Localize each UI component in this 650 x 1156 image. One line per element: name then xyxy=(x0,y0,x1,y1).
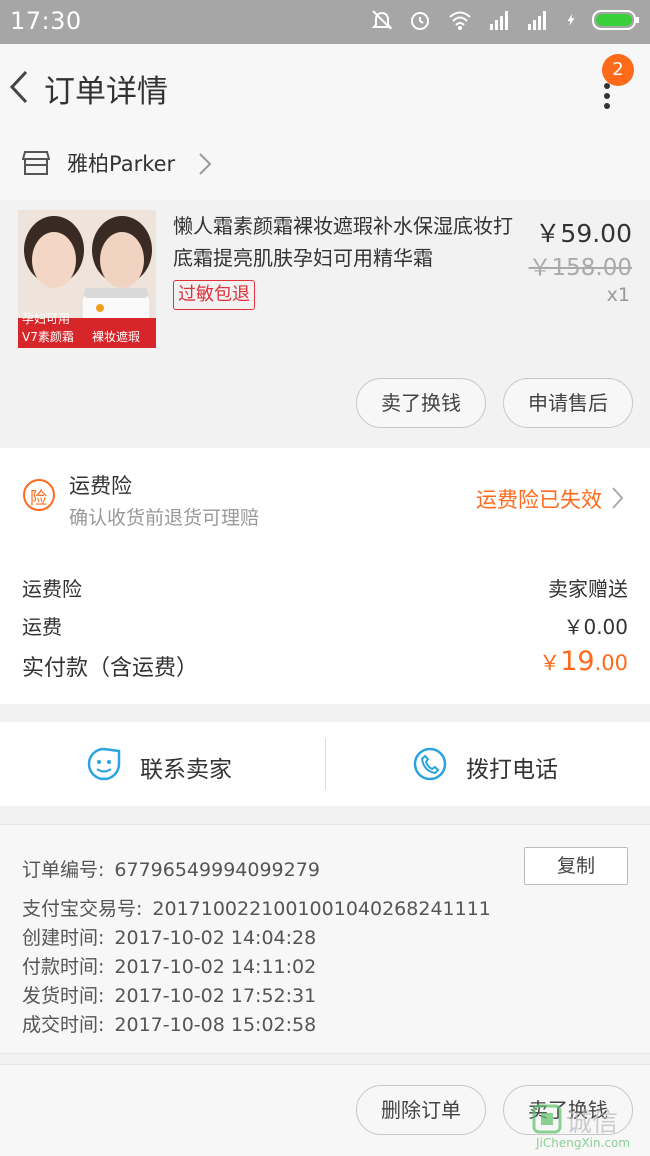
info-value: 2017-10-02 14:11:02 xyxy=(114,956,317,978)
product-tag: 过敏包退 xyxy=(173,280,255,310)
watermark-text: 诚信 xyxy=(566,1108,619,1138)
battery-icon xyxy=(592,10,639,30)
alipay-number-line: 支付宝交易号: 2017100221001001040268241111 xyxy=(22,894,491,921)
insurance-subtitle: 确认收货前退货可理赔 xyxy=(69,507,260,529)
contact-seller-button[interactable]: 联系卖家 xyxy=(0,722,324,806)
info-label: 成交时间: xyxy=(22,1014,105,1036)
chevron-right-icon xyxy=(199,153,212,175)
product-image[interactable]: 孕妇可用 V7素颜霜 裸妆遮瑕 xyxy=(18,210,156,348)
order-info: 订单编号: 67796549994099279 复制 支付宝交易号: 2017100… xyxy=(0,824,650,1054)
paid-time-line: 付款时间: 2017-10-02 14:11:02 xyxy=(22,952,316,979)
call-phone-button[interactable]: 拨打电话 xyxy=(326,722,650,806)
insurance-icon: 险 xyxy=(22,478,56,512)
shop-name: 雅柏Parker xyxy=(67,152,176,176)
app-header: 订单详情 2 xyxy=(0,44,650,130)
info-label: 支付宝交易号: xyxy=(22,898,143,920)
order-number-line: 订单编号: 67796549994099279 xyxy=(22,855,320,882)
notification-badge: 2 xyxy=(602,54,634,86)
watermark: 诚信 JiChengXin.com xyxy=(528,1098,648,1154)
cost-row-label: 运费险 xyxy=(22,577,82,601)
cost-summary: 运费险 卖家赠送 运费 ￥0.00 实付款（含运费） ￥19.00 xyxy=(0,538,650,704)
shipped-time-line: 发货时间: 2017-10-02 17:52:31 xyxy=(22,981,316,1008)
shipping-insurance-row[interactable]: 险 运费险 确认收货前退货可理赔 运费险已失效 xyxy=(0,448,650,538)
info-value: 2017-10-08 15:02:58 xyxy=(114,1014,317,1036)
paid-label: 实付款（含运费） xyxy=(22,656,199,681)
cost-row-label: 运费 xyxy=(22,615,62,639)
info-value: 2017100221001001040268241111 xyxy=(152,898,491,920)
watermark-url: JiChengXin.com xyxy=(536,1136,631,1150)
insurance-title: 运费险 xyxy=(69,474,132,498)
info-value: 67796549994099279 xyxy=(114,859,320,881)
store-icon xyxy=(22,151,50,175)
copy-button[interactable]: 复制 xyxy=(524,847,628,885)
alarm-clock-icon xyxy=(411,12,429,30)
product-price: ￥59.00 xyxy=(535,219,632,248)
chat-face-icon xyxy=(87,747,121,781)
page-title: 订单详情 xyxy=(44,74,168,110)
product-quantity: x1 xyxy=(606,284,630,306)
product-title[interactable]: 懒人霜素颜霜裸妆遮瑕补水保湿底妆打底霜提亮肌肤孕妇可用精华霜 xyxy=(173,210,523,274)
contact-bar: 联系卖家 拨打电话 xyxy=(0,722,650,806)
signal-icon-2 xyxy=(528,11,546,30)
paid-currency: ￥ xyxy=(539,651,561,675)
wifi-icon xyxy=(449,11,471,30)
info-label: 发货时间: xyxy=(22,985,105,1007)
info-label: 付款时间: xyxy=(22,956,105,978)
charging-icon xyxy=(567,14,575,26)
insurance-icon-char: 险 xyxy=(30,489,47,509)
shop-row[interactable]: 雅柏Parker xyxy=(0,130,650,201)
back-arrow-icon[interactable] xyxy=(6,66,36,108)
info-label: 创建时间: xyxy=(22,927,105,949)
cost-row-value: 卖家赠送 xyxy=(548,577,628,601)
status-icons xyxy=(370,8,640,32)
paid-amount: ￥19.00 xyxy=(539,646,628,677)
product-section: 孕妇可用 V7素颜霜 裸妆遮瑕 懒人霜素颜霜裸妆遮瑕补水保湿底妆打底霜提亮肌肤孕… xyxy=(0,200,650,448)
delete-order-button[interactable]: 删除订单 xyxy=(356,1085,486,1135)
resell-button[interactable]: 卖了换钱 xyxy=(356,378,486,428)
signal-icon xyxy=(490,11,508,30)
phone-icon xyxy=(413,747,447,781)
created-time-line: 创建时间: 2017-10-02 14:04:28 xyxy=(22,923,316,950)
info-value: 2017-10-02 17:52:31 xyxy=(114,985,317,1007)
insurance-status: 运费险已失效 xyxy=(476,488,602,512)
image-caption-3: 裸妆遮瑕 xyxy=(92,330,141,344)
paid-decimal: .00 xyxy=(594,651,628,675)
chevron-right-icon xyxy=(612,487,624,509)
after-sale-button[interactable]: 申请售后 xyxy=(503,378,633,428)
cost-row-value: ￥0.00 xyxy=(563,615,628,639)
watermark-logo-icon xyxy=(532,1104,562,1134)
status-bar: 17:30 xyxy=(0,0,650,44)
original-price: ￥158.00 xyxy=(528,255,632,281)
mute-bell-icon xyxy=(371,10,393,30)
call-phone-label: 拨打电话 xyxy=(466,757,558,783)
image-caption-1: 孕妇可用 xyxy=(22,312,71,326)
contact-seller-label: 联系卖家 xyxy=(140,757,232,783)
completed-time-line: 成交时间: 2017-10-08 15:02:58 xyxy=(22,1010,316,1037)
info-label: 订单编号: xyxy=(22,859,105,881)
status-time: 17:30 xyxy=(10,7,82,35)
paid-integer: 19 xyxy=(560,646,595,677)
info-value: 2017-10-02 14:04:28 xyxy=(114,927,317,949)
image-caption-2: V7素颜霜 xyxy=(22,330,74,344)
